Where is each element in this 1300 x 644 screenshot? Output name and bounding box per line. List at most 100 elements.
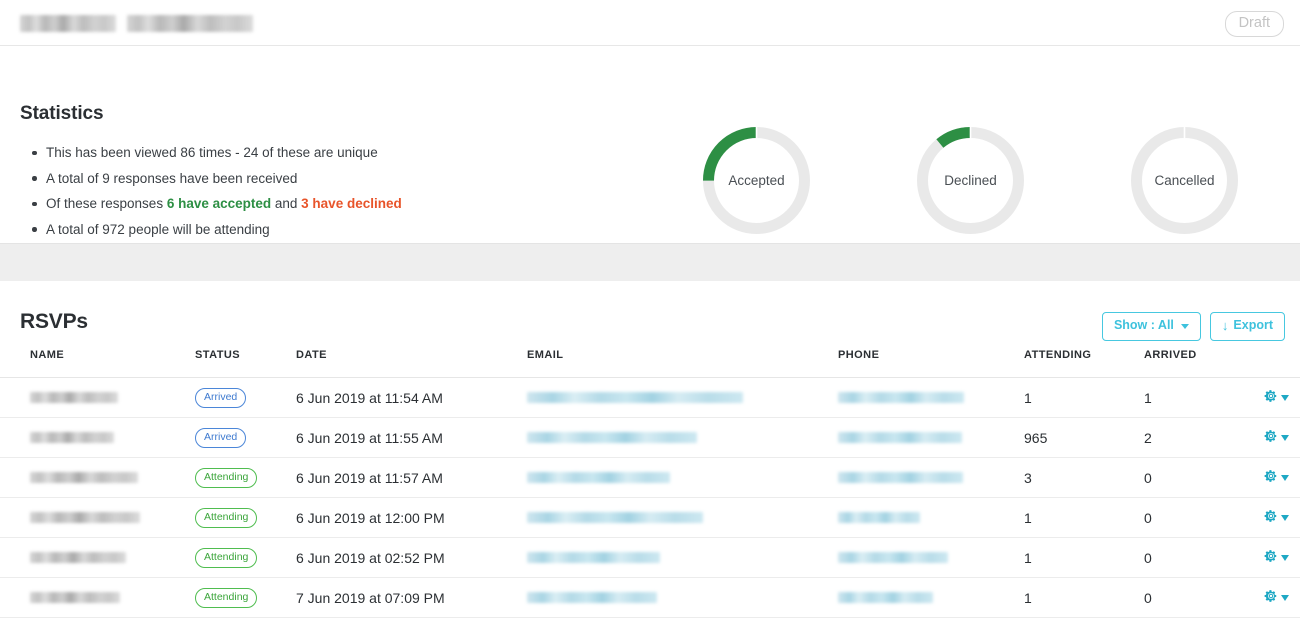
cell-actions[interactable]	[1264, 417, 1300, 458]
chevron-down-icon[interactable]	[1281, 474, 1289, 481]
cell-email[interactable]	[527, 497, 838, 538]
statistics-heading: Statistics	[20, 103, 104, 124]
cell-arrived: 0	[1144, 497, 1264, 538]
cell-name	[0, 497, 195, 538]
column-header-name[interactable]: NAME	[0, 349, 195, 378]
cell-status: Attending	[195, 537, 296, 578]
rsvp-section: RSVPs Show : All ↓ Export NAME STATUS DA…	[0, 281, 1300, 618]
rsvp-table-body: Arrived 6 Jun 2019 at 11:54 AM 1 1 Arrived 6 …	[0, 377, 1300, 618]
cell-phone[interactable]	[838, 457, 1024, 498]
stat-breakdown-prefix: Of these responses	[46, 196, 167, 212]
donut-chart-declined: Declined	[914, 124, 1027, 237]
cell-phone[interactable]	[838, 417, 1024, 458]
cell-actions[interactable]	[1264, 497, 1300, 538]
cell-actions[interactable]	[1264, 537, 1300, 578]
gear-icon[interactable]	[1264, 509, 1278, 526]
cell-date: 6 Jun 2019 at 11:55 AM	[296, 417, 527, 458]
table-row[interactable]: Arrived 6 Jun 2019 at 11:55 AM 965 2	[0, 417, 1300, 458]
stat-item-responses: A total of 9 responses have been receive…	[32, 166, 402, 192]
rsvp-table: NAME STATUS DATE EMAIL PHONE ATTENDING A…	[0, 349, 1300, 618]
chevron-down-icon[interactable]	[1281, 394, 1289, 401]
rsvp-table-header-row: NAME STATUS DATE EMAIL PHONE ATTENDING A…	[0, 349, 1300, 378]
stat-views-text: This has been viewed 86 times - 24 of th…	[46, 145, 378, 160]
cell-phone[interactable]	[838, 577, 1024, 618]
cell-attending: 1	[1024, 577, 1144, 618]
cell-date: 6 Jun 2019 at 12:00 PM	[296, 497, 527, 538]
cell-attending: 3	[1024, 457, 1144, 498]
gear-icon[interactable]	[1264, 549, 1278, 566]
chevron-down-icon[interactable]	[1281, 514, 1289, 521]
table-row[interactable]: Attending 6 Jun 2019 at 12:00 PM 1 0	[0, 497, 1300, 538]
cell-phone[interactable]	[838, 537, 1024, 578]
name-redacted-block	[30, 431, 114, 443]
cell-status: Arrived	[195, 377, 296, 418]
cell-actions[interactable]	[1264, 377, 1300, 418]
page-title	[20, 15, 253, 32]
cell-email[interactable]	[527, 417, 838, 458]
download-arrow-icon: ↓	[1221, 318, 1229, 333]
email-redacted-block	[527, 431, 697, 443]
column-header-arrived[interactable]: ARRIVED	[1144, 349, 1264, 378]
stat-item-breakdown: Of these responses 6 have accepted and 3…	[32, 191, 402, 217]
cell-name	[0, 377, 195, 418]
column-header-phone[interactable]: PHONE	[838, 349, 1024, 378]
gear-icon[interactable]	[1264, 429, 1278, 446]
status-badge: Attending	[195, 548, 258, 568]
rsvp-toolbar: Show : All ↓ Export	[1101, 312, 1285, 342]
cell-actions[interactable]	[1264, 577, 1300, 618]
chevron-down-icon[interactable]	[1281, 434, 1289, 441]
rsvp-table-head: NAME STATUS DATE EMAIL PHONE ATTENDING A…	[0, 349, 1300, 378]
status-badge: Attending	[195, 588, 258, 608]
phone-redacted-block	[838, 391, 964, 403]
page-header: Draft	[0, 0, 1300, 46]
cell-status: Attending	[195, 457, 296, 498]
section-divider-band	[0, 243, 1300, 281]
column-header-email[interactable]: EMAIL	[527, 349, 838, 378]
page-title-redacted-block-1	[20, 15, 116, 32]
column-header-date[interactable]: DATE	[296, 349, 527, 378]
cell-name	[0, 457, 195, 498]
cell-email[interactable]	[527, 577, 838, 618]
export-label: Export	[1233, 318, 1273, 333]
status-badge: Attending	[195, 468, 258, 488]
cell-status: Arrived	[195, 417, 296, 458]
phone-redacted-block	[838, 471, 963, 483]
cell-email[interactable]	[527, 377, 838, 418]
gear-icon[interactable]	[1264, 469, 1278, 486]
column-header-status[interactable]: STATUS	[195, 349, 296, 378]
cell-attending: 1	[1024, 497, 1144, 538]
cell-email[interactable]	[527, 537, 838, 578]
cell-name	[0, 417, 195, 458]
table-row[interactable]: Attending 6 Jun 2019 at 02:52 PM 1 0	[0, 537, 1300, 578]
cell-arrived: 2	[1144, 417, 1264, 458]
export-button[interactable]: ↓ Export	[1209, 312, 1285, 342]
cell-attending: 1	[1024, 537, 1144, 578]
statistics-section: Statistics This has been viewed 86 times…	[0, 46, 1300, 243]
table-row[interactable]: Attending 6 Jun 2019 at 11:57 AM 3 0	[0, 457, 1300, 498]
cell-phone[interactable]	[838, 497, 1024, 538]
show-filter-button[interactable]: Show : All	[1101, 312, 1201, 342]
chevron-down-icon[interactable]	[1281, 594, 1289, 601]
status-badge: Arrived	[195, 428, 247, 448]
column-header-attending[interactable]: ATTENDING	[1024, 349, 1144, 378]
gear-icon[interactable]	[1264, 589, 1278, 606]
cell-attending: 1	[1024, 377, 1144, 418]
cell-phone[interactable]	[838, 377, 1024, 418]
table-row[interactable]: Arrived 6 Jun 2019 at 11:54 AM 1 1	[0, 377, 1300, 418]
show-filter-label: Show : All	[1113, 318, 1174, 333]
name-redacted-block	[30, 591, 120, 603]
column-header-actions	[1264, 349, 1300, 378]
status-badge: Attending	[195, 508, 258, 528]
gear-icon[interactable]	[1264, 389, 1278, 406]
cell-name	[0, 577, 195, 618]
email-redacted-block	[527, 471, 670, 483]
cell-date: 6 Jun 2019 at 11:54 AM	[296, 377, 527, 418]
cell-status: Attending	[195, 577, 296, 618]
name-redacted-block	[30, 511, 140, 523]
chevron-down-icon[interactable]	[1281, 554, 1289, 561]
cell-email[interactable]	[527, 457, 838, 498]
table-row[interactable]: Attending 7 Jun 2019 at 07:09 PM 1 0	[0, 577, 1300, 618]
cell-date: 7 Jun 2019 at 07:09 PM	[296, 577, 527, 618]
cell-actions[interactable]	[1264, 457, 1300, 498]
phone-redacted-block	[838, 591, 933, 603]
